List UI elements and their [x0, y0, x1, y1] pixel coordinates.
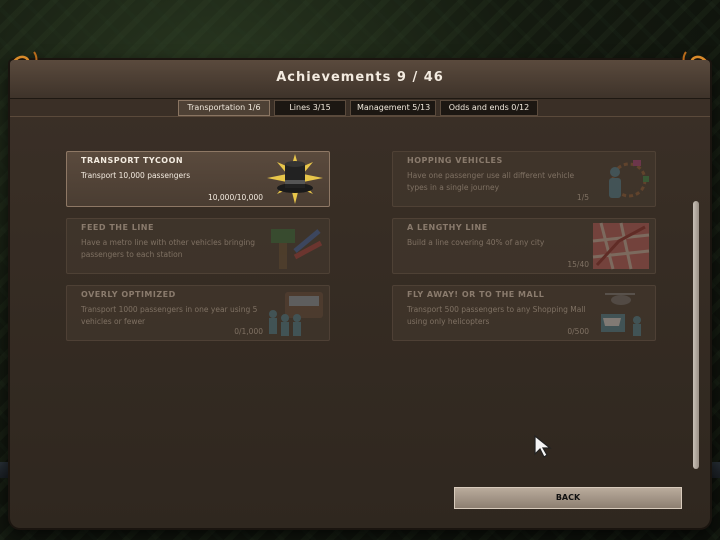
achievement-progress: 15/40: [567, 260, 589, 269]
tab-lines[interactable]: Lines 3/15: [274, 100, 346, 116]
achievement-progress: 0/1,000: [234, 327, 263, 336]
achievement-fly-away[interactable]: FLY AWAY! OR TO THE MALL Transport 500 p…: [392, 285, 656, 341]
achievement-transport-tycoon[interactable]: TRANSPORT TYCOON Transport 10,000 passen…: [66, 151, 330, 207]
achievement-progress: 10,000/10,000: [207, 193, 263, 202]
helicopter-mall-icon: [601, 293, 641, 336]
tab-odds[interactable]: Odds and ends 0/12: [440, 100, 538, 116]
city-map-icon: [592, 222, 650, 270]
achievement-hopping-vehicles[interactable]: HOPPING VEHICLES Have one passenger use …: [392, 151, 656, 207]
achievement-description: Have one passenger use all different veh…: [407, 171, 575, 192]
page-title: Achievements 9 / 46: [276, 70, 444, 85]
mouse-cursor-icon: [534, 434, 552, 458]
tab-transportation[interactable]: Transportation 1/6: [178, 100, 270, 116]
achievement-description: Transport 1000 passengers in one year us…: [81, 305, 258, 326]
achievement-name: TRANSPORT TYCOON: [81, 156, 184, 165]
achievement-description: Transport 500 passengers to any Shopping…: [407, 305, 586, 326]
achievement-name: HOPPING VEHICLES: [407, 156, 503, 165]
achievement-description: Transport 10,000 passengers: [81, 171, 191, 180]
back-button[interactable]: BACK: [454, 487, 682, 509]
bus-passengers-icon: [269, 292, 323, 336]
achievement-feed-the-line[interactable]: FEED THE LINE Have a metro line with oth…: [66, 218, 330, 274]
achievement-name: A LENGTHY LINE: [407, 223, 488, 232]
top-hat-icon: [267, 154, 323, 204]
achievements-list: TRANSPORT TYCOON Transport 10,000 passen…: [10, 116, 710, 528]
achievement-description: Build a line covering 40% of any city: [407, 238, 545, 247]
tab-management[interactable]: Management 5/13: [350, 100, 436, 116]
title-bar: Achievements 9 / 46: [10, 60, 710, 99]
achievement-description: Have a metro line with other vehicles br…: [81, 238, 256, 259]
achievement-overly-optimized[interactable]: OVERLY OPTIMIZED Transport 1000 passenge…: [66, 285, 330, 341]
achievement-name: FLY AWAY! OR TO THE MALL: [407, 290, 545, 299]
passenger-vehicles-icon: [609, 160, 649, 198]
achievement-name: FEED THE LINE: [81, 223, 154, 232]
tab-bar: Transportation 1/6 Lines 3/15 Management…: [178, 100, 538, 116]
achievement-a-lengthy-line[interactable]: A LENGTHY LINE Build a line covering 40%…: [392, 218, 656, 274]
metro-sign-icon: [271, 229, 323, 269]
scrollbar-thumb[interactable]: [693, 201, 699, 469]
achievement-name: OVERLY OPTIMIZED: [81, 290, 176, 299]
achievement-progress: 0/500: [567, 327, 589, 336]
scrollbar-track[interactable]: [693, 201, 699, 469]
achievement-progress: 1/5: [576, 193, 589, 202]
achievements-dialog: Achievements 9 / 46 Transportation 1/6 L…: [10, 51, 710, 528]
